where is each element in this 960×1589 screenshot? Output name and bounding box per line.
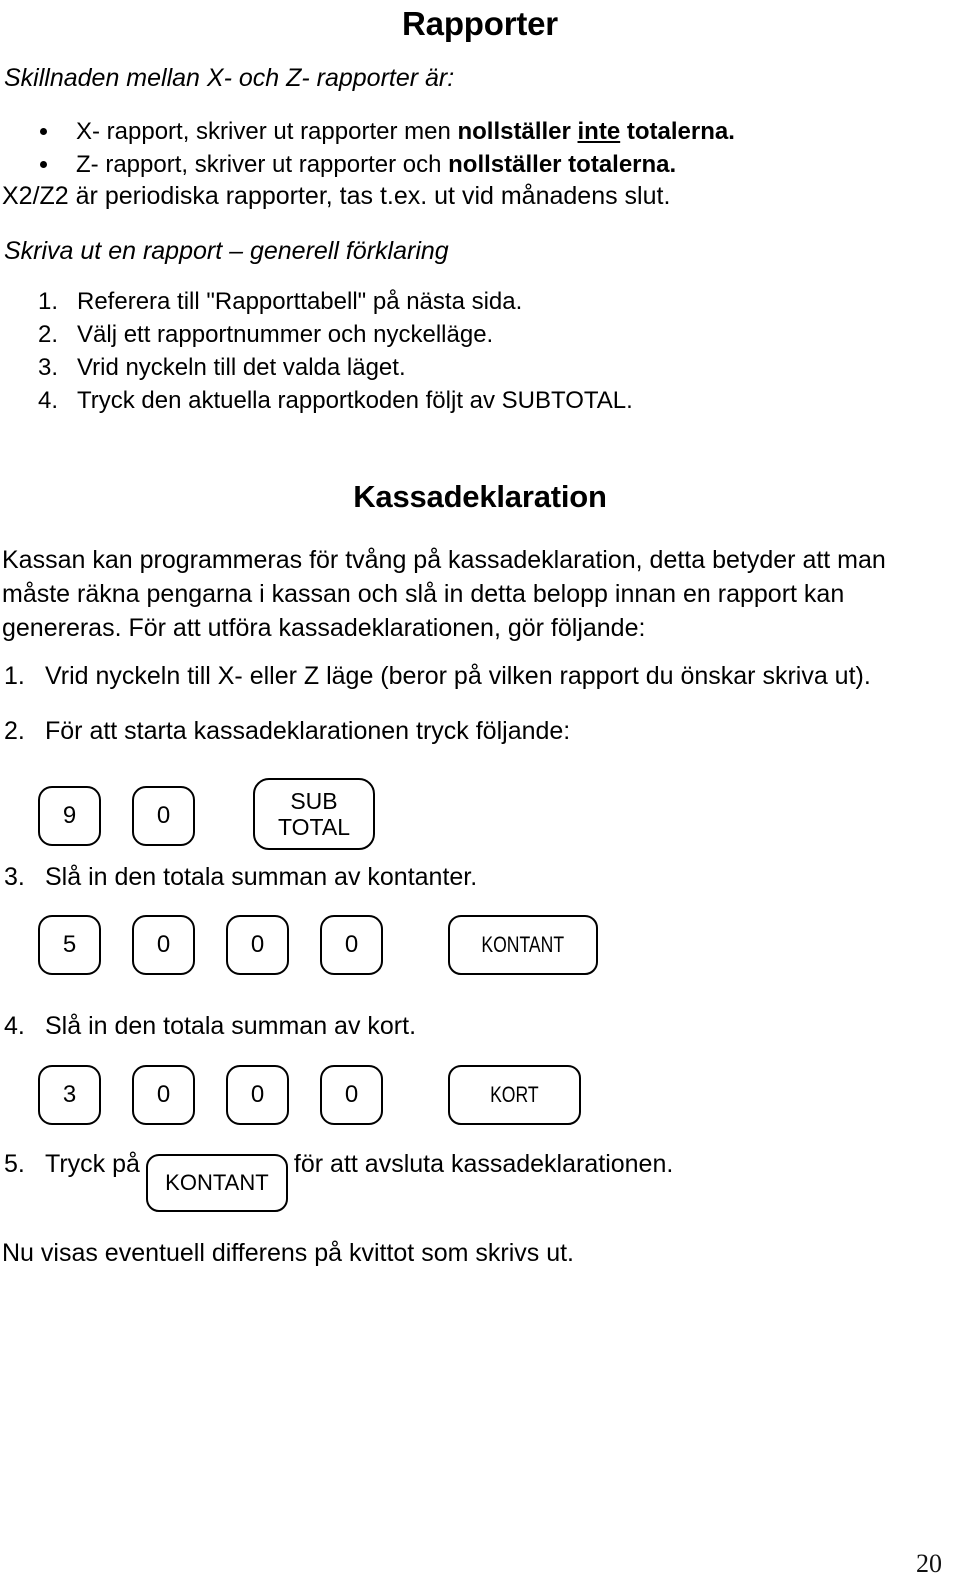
- key-label: 0: [250, 1081, 265, 1108]
- cash-step-5: 5. Tryck på KONTANT för att avsluta kassad…: [0, 1148, 960, 1212]
- print-report-subheading: Skriva ut en rapport – generell förklari…: [4, 237, 449, 265]
- page-number: 20: [916, 1549, 942, 1578]
- print-report-steps: 1. Referera till "Rapporttabell" på näst…: [0, 285, 940, 417]
- report-difference-list: X- rapport, skriver ut rapporter men nol…: [0, 115, 940, 181]
- section-title-cash-declaration: Kassadeklaration: [353, 479, 607, 514]
- cash-step-4: 4. Slå in den totala summan av kort.: [0, 1010, 960, 1042]
- keypress-sequence-cash-amount: 5 0 0 0 KONTANT: [0, 915, 940, 977]
- step-number: 2.: [4, 717, 25, 745]
- key-5[interactable]: 5: [38, 915, 101, 975]
- key-3[interactable]: 3: [38, 1065, 101, 1125]
- list-item-label: Vrid nyckeln till det valda läget.: [77, 354, 406, 381]
- list-item: 2. Välj ett rapportnummer och nyckelläge…: [0, 318, 940, 351]
- key-label-line1: SUB: [290, 788, 338, 814]
- key-label: KORT: [490, 1082, 539, 1107]
- key-label: 0: [156, 931, 171, 958]
- intro-line-3: genereras. För att utföra kassadeklarati…: [2, 614, 646, 642]
- step-label-post: för att avsluta kassadeklarationen.: [293, 1150, 674, 1178]
- key-kort[interactable]: KORT: [448, 1065, 581, 1125]
- bullet-text-bold-underline: inte: [577, 118, 621, 145]
- step-label: För att starta kassadeklarationen tryck …: [45, 717, 571, 745]
- key-0[interactable]: 0: [320, 915, 383, 975]
- bullet-text-bold-tail: totalerna.: [620, 118, 735, 145]
- bullet-text-plain: Z- rapport, skriver ut rapporter och: [76, 151, 449, 178]
- key-0[interactable]: 0: [132, 915, 195, 975]
- bullet-dot-icon: [40, 161, 47, 168]
- key-label: 3: [62, 1081, 77, 1108]
- key-label-line2: TOTAL: [278, 814, 350, 840]
- periodic-reports-note: X2/Z2 är periodiska rapporter, tas t.ex.…: [2, 182, 671, 210]
- key-0[interactable]: 0: [226, 1065, 289, 1125]
- key-label: 9: [62, 802, 77, 829]
- key-0[interactable]: 0: [226, 915, 289, 975]
- key-kontant[interactable]: KONTANT: [448, 915, 598, 975]
- bullet-text-bold: nollställer totalerna.: [448, 151, 677, 178]
- key-0[interactable]: 0: [320, 1065, 383, 1125]
- step-label: Slå in den totala summan av kontanter.: [45, 863, 478, 891]
- list-item-label: Tryck den aktuella rapportkoden följt av…: [77, 387, 633, 414]
- document-page: Rapporter Skillnaden mellan X- och Z- ra…: [0, 0, 960, 1589]
- list-item: 1. Referera till "Rapporttabell" på näst…: [0, 285, 940, 318]
- key-label: 0: [344, 931, 359, 958]
- cash-step-1: 1. Vrid nyckeln till X- eller Z läge (be…: [0, 660, 960, 692]
- list-item-number: 1.: [38, 288, 59, 315]
- list-item: Z- rapport, skriver ut rapporter och nol…: [0, 148, 940, 181]
- key-label: 5: [62, 931, 77, 958]
- key-label: 0: [250, 931, 265, 958]
- keypress-sequence-card-amount: 3 0 0 0 KORT: [0, 1065, 940, 1127]
- key-0[interactable]: 0: [132, 786, 195, 846]
- list-item-number: 2.: [38, 321, 59, 348]
- key-sub-total[interactable]: SUB TOTAL: [253, 778, 375, 850]
- step-number: 4.: [4, 1012, 25, 1040]
- list-item: 4. Tryck den aktuella rapportkoden följt…: [0, 384, 940, 417]
- list-item: 3. Vrid nyckeln till det valda läget.: [0, 351, 940, 384]
- bullet-text-plain: X- rapport, skriver ut rapporter men: [76, 118, 458, 145]
- cash-step-2: 2. För att starta kassadeklarationen try…: [0, 715, 960, 747]
- key-9[interactable]: 9: [38, 786, 101, 846]
- list-item-number: 4.: [38, 387, 59, 414]
- list-item-label: Referera till "Rapporttabell" på nästa s…: [77, 288, 523, 315]
- intro-line-2: måste räkna pengarna i kassan och slå in…: [2, 580, 845, 608]
- bullet-dot-icon: [40, 128, 47, 135]
- step-label-pre: Tryck på: [45, 1150, 140, 1178]
- list-item: X- rapport, skriver ut rapporter men nol…: [0, 115, 940, 148]
- page-title: Rapporter: [402, 5, 558, 42]
- key-label: KONTANT: [165, 1170, 269, 1195]
- key-label: 0: [344, 1081, 359, 1108]
- closing-note: Nu visas eventuell differens på kvittot …: [2, 1239, 574, 1267]
- step-number: 5.: [4, 1150, 25, 1178]
- step-number: 3.: [4, 863, 25, 891]
- key-kontant-inline[interactable]: KONTANT: [145, 1154, 288, 1212]
- step-label: Vrid nyckeln till X- eller Z läge (beror…: [45, 662, 871, 690]
- step-number: 1.: [4, 662, 25, 690]
- cash-declaration-intro: Kassan kan programmeras för tvång på kas…: [0, 543, 942, 645]
- intro-lead: Skillnaden mellan X- och Z- rapporter är…: [4, 64, 455, 92]
- keypress-sequence-start-declaration: 9 0 SUB TOTAL: [0, 778, 940, 854]
- list-item-number: 3.: [38, 354, 59, 381]
- key-0[interactable]: 0: [132, 1065, 195, 1125]
- intro-line-1: Kassan kan programmeras för tvång på kas…: [2, 546, 886, 574]
- list-item-label: Välj ett rapportnummer och nyckelläge.: [77, 321, 494, 348]
- key-label: 0: [156, 1081, 171, 1108]
- bullet-text-bold: nollställer: [457, 118, 578, 145]
- cash-step-3: 3. Slå in den totala summan av kontanter…: [0, 861, 960, 893]
- step-label: Slå in den totala summan av kort.: [45, 1012, 417, 1040]
- key-label: KONTANT: [481, 932, 565, 957]
- key-label: 0: [156, 802, 171, 829]
